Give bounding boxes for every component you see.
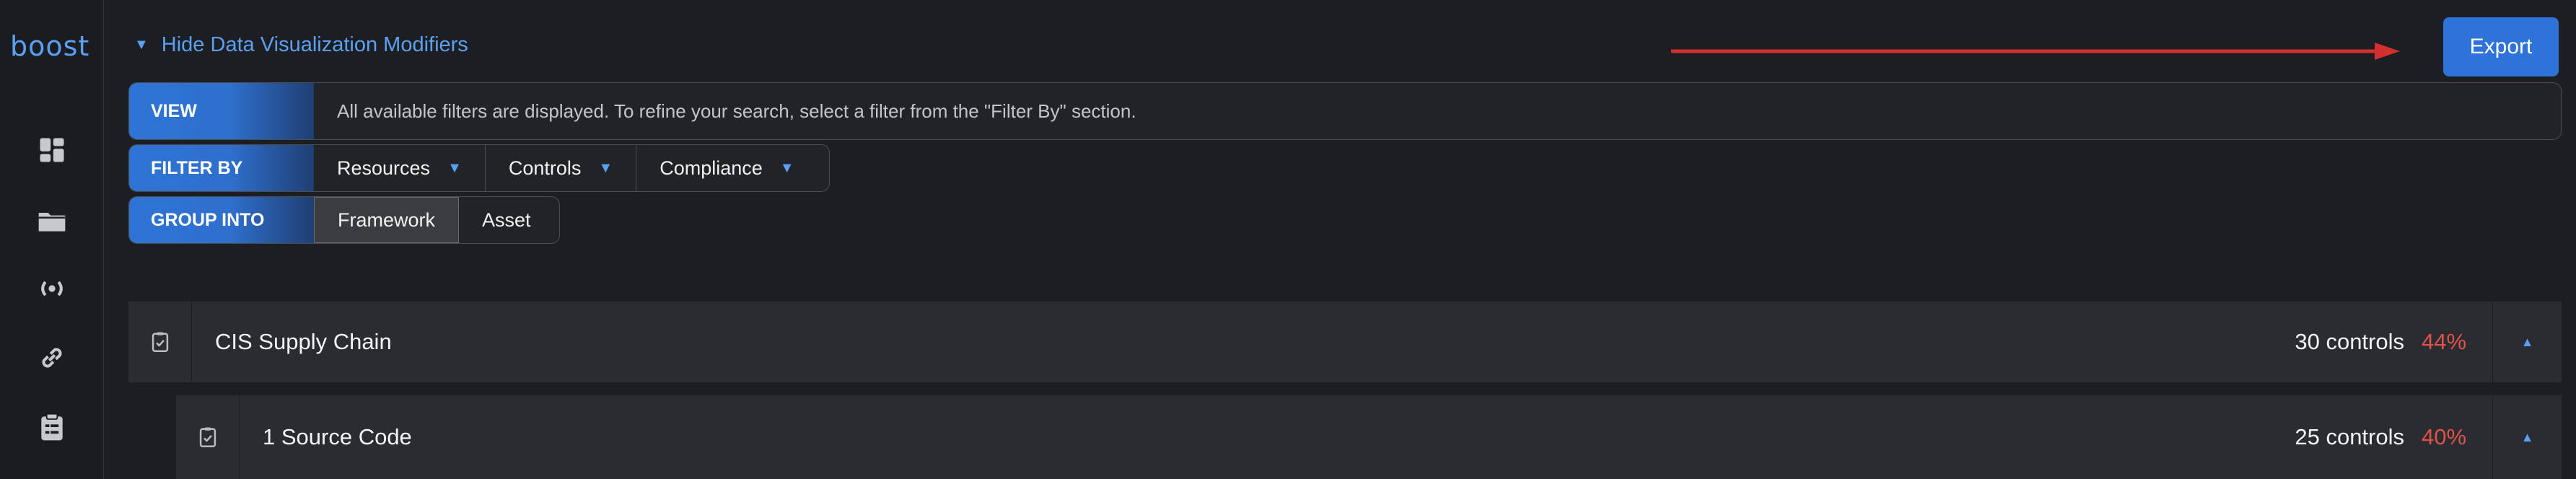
filter-resources-dropdown[interactable]: Resources ▼: [314, 145, 486, 191]
framework-row[interactable]: 1 Source Code 25 controls 40% ▲: [176, 395, 2562, 479]
view-row: VIEW All available filters are displayed…: [128, 82, 2562, 140]
group-option-label: Asset: [482, 208, 531, 231]
caret-down-icon: ▼: [598, 159, 613, 176]
group-into-row: GROUP INTO Framework Asset: [128, 196, 560, 244]
filter-option-label: Resources: [337, 157, 431, 179]
caret-up-icon: ▲: [2520, 334, 2534, 349]
framework-percent: 44%: [2422, 329, 2467, 354]
framework-controls-count: 30 controls: [2295, 329, 2404, 354]
view-label: VIEW: [129, 83, 314, 139]
filter-option-label: Compliance: [660, 157, 763, 179]
clipboard-icon[interactable]: [36, 411, 68, 443]
main-content: ▼ Hide Data Visualization Modifiers Expo…: [104, 0, 2576, 479]
framework-title: 1 Source Code: [263, 424, 412, 449]
filter-option-label: Controls: [508, 157, 582, 179]
link-icon[interactable]: [36, 342, 68, 374]
app-root: boost ▼ Hide Data Visualization Modifier…: [0, 0, 2576, 479]
logo: boost: [10, 30, 90, 62]
folder-icon[interactable]: [36, 205, 68, 237]
group-asset-option[interactable]: Asset: [459, 197, 554, 243]
collapse-toggle[interactable]: ▲: [2492, 395, 2562, 479]
filter-compliance-dropdown[interactable]: Compliance ▼: [636, 145, 817, 191]
export-button[interactable]: Export: [2443, 17, 2559, 76]
broadcast-icon[interactable]: [36, 273, 68, 304]
filter-by-row: FILTER BY Resources ▼ Controls ▼ Complia…: [128, 144, 830, 192]
clipboard-check-icon: [176, 395, 240, 479]
caret-up-icon: ▲: [2520, 429, 2534, 444]
caret-down-icon: ▼: [447, 159, 462, 176]
framework-title: CIS Supply Chain: [215, 329, 392, 354]
framework-controls-count: 25 controls: [2295, 424, 2404, 449]
dashboard-icon[interactable]: [36, 134, 68, 166]
caret-down-icon: ▼: [779, 159, 794, 176]
toggle-modifiers[interactable]: ▼ Hide Data Visualization Modifiers: [134, 33, 468, 57]
framework-percent: 40%: [2422, 424, 2467, 449]
sidebar: boost: [0, 0, 104, 479]
red-arrow-annotation: [1671, 43, 2400, 60]
clipboard-check-icon: [128, 302, 192, 382]
triangle-down-icon: ▼: [134, 37, 149, 53]
group-framework-option[interactable]: Framework: [314, 197, 460, 243]
filter-by-label: FILTER BY: [129, 145, 314, 191]
collapse-toggle[interactable]: ▲: [2492, 302, 2562, 382]
group-option-label: Framework: [338, 208, 436, 231]
toggle-label: Hide Data Visualization Modifiers: [161, 33, 468, 56]
filter-controls-dropdown[interactable]: Controls ▼: [486, 145, 637, 191]
framework-row[interactable]: CIS Supply Chain 30 controls 44% ▲: [128, 302, 2562, 382]
group-into-label: GROUP INTO: [129, 197, 314, 243]
view-description: All available filters are displayed. To …: [337, 100, 1136, 122]
